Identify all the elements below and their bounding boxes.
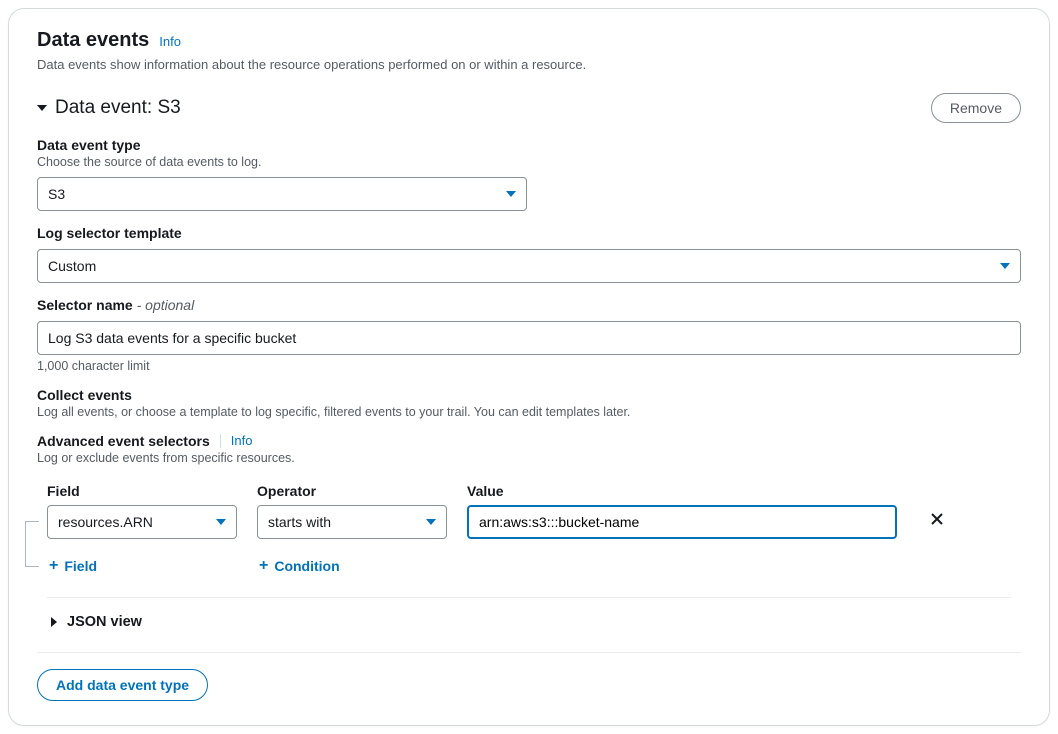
remove-button[interactable]: Remove bbox=[931, 93, 1021, 123]
plus-icon: + bbox=[49, 557, 58, 575]
caret-right-icon bbox=[51, 617, 57, 627]
selector-row: resources.ARN starts with bbox=[47, 505, 1011, 539]
page-description: Data events show information about the r… bbox=[37, 56, 1021, 75]
page-title: Data events bbox=[37, 29, 149, 52]
operator-value: starts with bbox=[268, 514, 331, 530]
collect-events-label: Collect events bbox=[37, 387, 1021, 403]
field-select[interactable]: resources.ARN bbox=[47, 505, 237, 539]
json-view-label: JSON view bbox=[67, 614, 142, 630]
data-event-section-toggle[interactable]: Data event: S3 bbox=[37, 97, 181, 119]
collect-events-desc: Log all events, or choose a template to … bbox=[37, 405, 1021, 419]
selector-name-helper: 1,000 character limit bbox=[37, 359, 1021, 373]
data-event-type-select[interactable]: S3 bbox=[37, 177, 527, 211]
chevron-down-icon bbox=[216, 519, 226, 525]
divider bbox=[37, 652, 1021, 653]
add-data-event-type-button[interactable]: Add data event type bbox=[37, 669, 208, 701]
log-selector-select[interactable]: Custom bbox=[37, 249, 1021, 283]
bracket-icon bbox=[25, 521, 39, 567]
chevron-down-icon bbox=[506, 191, 516, 197]
info-link[interactable]: Info bbox=[159, 34, 181, 49]
divider bbox=[47, 597, 1011, 598]
json-view-toggle[interactable]: JSON view bbox=[47, 614, 1011, 630]
data-event-type-desc: Choose the source of data events to log. bbox=[37, 155, 1021, 169]
advanced-selectors-desc: Log or exclude events from specific reso… bbox=[37, 451, 1021, 465]
data-events-panel: Data events Info Data events show inform… bbox=[8, 8, 1050, 726]
add-condition-button[interactable]: + Condition bbox=[257, 553, 342, 579]
log-selector-label: Log selector template bbox=[37, 225, 1021, 241]
plus-icon: + bbox=[259, 557, 268, 575]
data-event-type-label: Data event type bbox=[37, 137, 1021, 153]
chevron-down-icon bbox=[1000, 263, 1010, 269]
caret-down-icon bbox=[37, 105, 47, 111]
operator-select[interactable]: starts with bbox=[257, 505, 447, 539]
value-input[interactable] bbox=[467, 505, 897, 539]
col-header-operator: Operator bbox=[257, 483, 447, 499]
log-selector-value: Custom bbox=[48, 258, 96, 274]
add-field-button[interactable]: + Field bbox=[47, 553, 99, 579]
selector-name-label: Selector name - optional bbox=[37, 297, 1021, 313]
x-svg bbox=[929, 511, 945, 527]
selector-name-input[interactable] bbox=[37, 321, 1021, 355]
close-icon[interactable] bbox=[929, 511, 945, 532]
col-header-field: Field bbox=[47, 483, 237, 499]
advanced-selectors-label: Advanced event selectors bbox=[37, 433, 210, 449]
col-header-value: Value bbox=[467, 483, 897, 499]
advanced-info-link[interactable]: Info bbox=[231, 433, 253, 448]
data-event-type-value: S3 bbox=[48, 186, 65, 202]
chevron-down-icon bbox=[426, 519, 436, 525]
field-value: resources.ARN bbox=[58, 514, 153, 530]
divider bbox=[220, 434, 221, 448]
data-event-heading: Data event: S3 bbox=[55, 97, 181, 119]
